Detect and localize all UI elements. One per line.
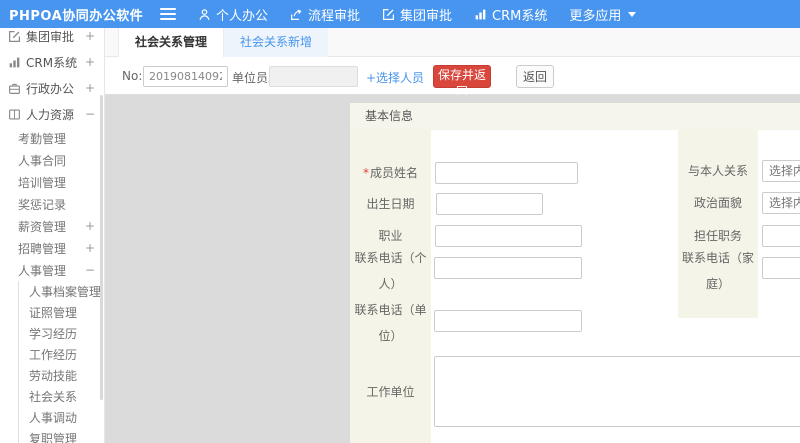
required-mark: * xyxy=(362,166,369,180)
section-title: 基本信息 xyxy=(350,103,800,130)
main-workspace: 基本信息 *成员姓名 与本人关系 选择内容 出生日期 政治面貌 选择内容 职业 xyxy=(105,95,800,443)
basic-info-panel: 基本信息 *成员姓名 与本人关系 选择内容 出生日期 政治面貌 选择内容 职业 xyxy=(350,103,800,443)
user-icon xyxy=(198,8,211,21)
return-button[interactable]: 返回 xyxy=(516,65,554,88)
sidebar-item-reward-punish[interactable]: 奖惩记录 xyxy=(0,193,104,215)
occupation-label: 职业 xyxy=(378,229,403,243)
briefcase-icon xyxy=(8,82,21,95)
member-name-input[interactable] xyxy=(435,162,578,184)
occupation-input[interactable] xyxy=(435,225,582,247)
no-label: No: xyxy=(122,69,143,83)
sidebar-item-crm-system[interactable]: CRM系统 + xyxy=(0,49,104,75)
position-input[interactable] xyxy=(762,225,800,247)
phone-home-label: 联系电话（家庭） xyxy=(682,251,755,291)
employee-input[interactable] xyxy=(269,66,358,87)
edit-square-icon xyxy=(8,30,21,43)
bar-chart-icon xyxy=(8,56,21,69)
tab-bar: 社会关系管理 社会关系新增 xyxy=(105,28,800,57)
work-unit-textarea[interactable] xyxy=(434,356,800,427)
birth-date-input[interactable] xyxy=(436,193,543,215)
sidebar-item-personnel-transfer[interactable]: 人事调动 xyxy=(19,407,104,428)
phone-personal-label: 联系电话（个人） xyxy=(354,251,427,291)
sidebar-item-labor-skills[interactable]: 劳动技能 xyxy=(19,365,104,386)
topnav-more-apps[interactable]: 更多应用 xyxy=(569,5,637,24)
position-label: 担任职务 xyxy=(693,229,742,243)
tab-social-relations-new[interactable]: 社会关系新增 xyxy=(224,28,329,57)
topnav-group-approval[interactable]: 集团审批 xyxy=(382,5,452,24)
top-navigation: 个人办公 流程审批 集团审批 CRM系统 更多应用 xyxy=(198,5,658,24)
sidebar: 集团审批 + CRM系统 + 行政办公 + 人力资源 − 考勤管理 人事合同 培… xyxy=(0,28,105,443)
tab-social-relations-mgmt[interactable]: 社会关系管理 xyxy=(118,28,225,57)
member-name-label: * 成员姓名 xyxy=(354,162,427,184)
caret-down-icon xyxy=(628,11,637,17)
sidebar-item-training-mgmt[interactable]: 培训管理 xyxy=(0,171,104,193)
political-label: 政治面貌 xyxy=(693,196,742,210)
form-body: *成员姓名 与本人关系 选择内容 出生日期 政治面貌 选择内容 职业 担任职务 xyxy=(350,130,800,443)
sidebar-item-hr-contract[interactable]: 人事合同 xyxy=(0,149,104,171)
sidebar-item-attendance-mgmt[interactable]: 考勤管理 xyxy=(0,127,104,149)
phpoa-app-window: PHPOA协同办公软件 个人办公 流程审批 集团审批 CRM系统 更多应用 集团… xyxy=(0,0,800,443)
phone-work-input[interactable] xyxy=(434,310,582,332)
sidebar-item-group-approval[interactable]: 集团审批 + xyxy=(0,28,104,49)
book-icon xyxy=(8,108,21,121)
topnav-personal-office[interactable]: 个人办公 xyxy=(198,5,268,24)
political-select[interactable]: 选择内容 xyxy=(762,192,800,214)
menu-toggle-icon[interactable] xyxy=(160,8,176,20)
sidebar-item-social-relations[interactable]: 社会关系 xyxy=(19,386,104,407)
edit-square-icon xyxy=(382,8,395,21)
phone-work-label: 联系电话（单位） xyxy=(354,303,427,343)
sidebar-item-reinstatement-mgmt[interactable]: 复职管理 xyxy=(19,428,104,443)
sidebar-item-personnel-mgmt[interactable]: 人事管理 − xyxy=(0,259,104,281)
birth-date-label: 出生日期 xyxy=(366,197,415,211)
relation-select[interactable]: 选择内容 xyxy=(762,160,800,182)
form-toolbar: No: 单位员工: +选择人员 保存并返回 返回 xyxy=(105,57,800,99)
app-title: PHPOA协同办公软件 xyxy=(9,8,144,24)
sidebar-item-work-experience[interactable]: 工作经历 xyxy=(19,344,104,365)
bar-chart-icon xyxy=(474,8,487,21)
sidebar-item-salary-mgmt[interactable]: 薪资管理 + xyxy=(0,215,104,237)
select-person-link[interactable]: +选择人员 xyxy=(366,69,424,86)
sidebar-item-personnel-files[interactable]: 人事档案管理 xyxy=(19,281,104,302)
save-and-return-button[interactable]: 保存并返回 xyxy=(433,65,491,99)
topnav-workflow-approval[interactable]: 流程审批 xyxy=(290,5,360,24)
no-input[interactable] xyxy=(143,66,228,87)
phone-home-input[interactable] xyxy=(762,257,800,279)
sidebar-item-study-experience[interactable]: 学习经历 xyxy=(19,323,104,344)
topbar: PHPOA协同办公软件 个人办公 流程审批 集团审批 CRM系统 更多应用 xyxy=(0,0,800,28)
relation-label: 与本人关系 xyxy=(687,164,748,178)
sidebar-item-certificate-mgmt[interactable]: 证照管理 xyxy=(19,302,104,323)
sidebar-subtree-personnel: 人事档案管理 证照管理 学习经历 工作经历 劳动技能 社会关系 人事调动 复职管… xyxy=(18,281,104,443)
topnav-crm-system[interactable]: CRM系统 xyxy=(474,5,547,24)
content-area: 社会关系管理 社会关系新增 No: 单位员工: +选择人员 保存并返回 返回 基… xyxy=(105,28,800,443)
work-unit-label: 工作单位 xyxy=(366,384,415,399)
sidebar-item-admin-office[interactable]: 行政办公 + xyxy=(0,75,104,101)
sidebar-item-human-resources[interactable]: 人力资源 − xyxy=(0,101,104,127)
sidebar-scrollbar[interactable] xyxy=(100,95,103,400)
phone-personal-input[interactable] xyxy=(434,257,582,279)
flow-icon xyxy=(290,8,303,21)
sidebar-item-recruit-mgmt[interactable]: 招聘管理 + xyxy=(0,237,104,259)
